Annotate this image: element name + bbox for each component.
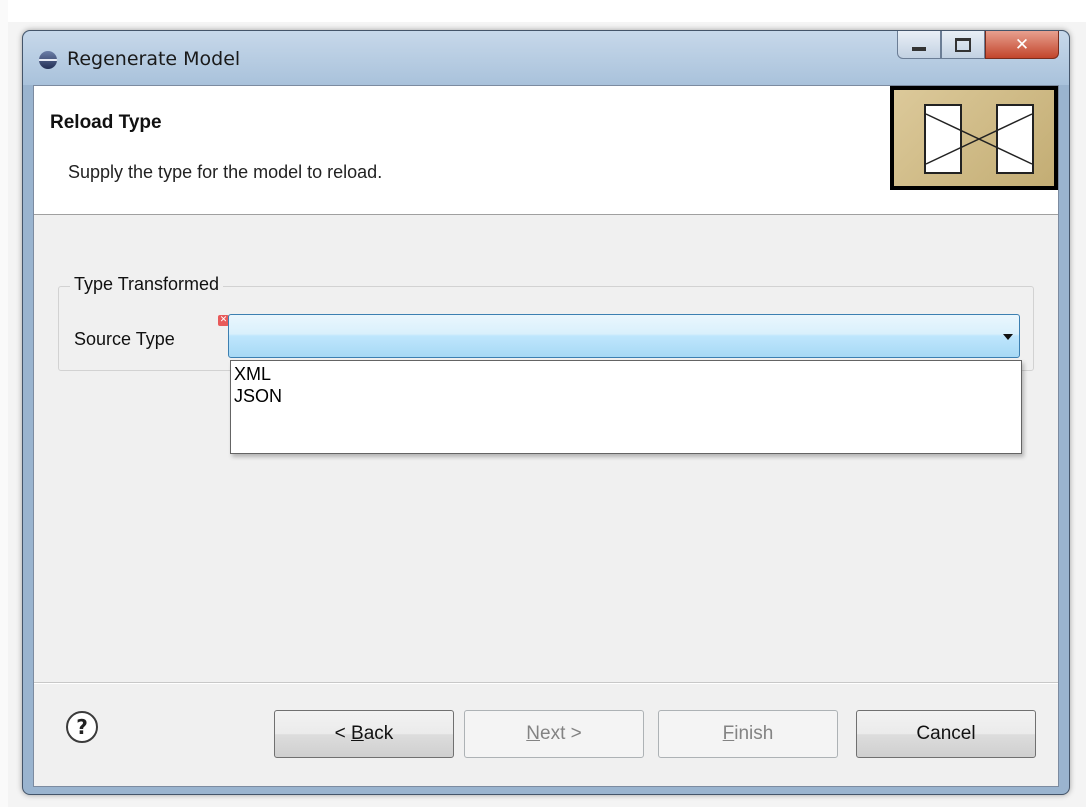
back-button[interactable]: < Back bbox=[274, 710, 454, 758]
source-type-label: Source Type bbox=[74, 329, 175, 349]
source-type-combo[interactable] bbox=[228, 314, 1020, 358]
minimize-button[interactable] bbox=[897, 31, 941, 59]
next-label-suffix: ext > bbox=[540, 723, 582, 744]
group-label: Type Transformed bbox=[70, 274, 224, 295]
back-mnemonic: B bbox=[351, 723, 364, 744]
finish-label-suffix: inish bbox=[734, 723, 774, 744]
wizard-banner-icon bbox=[890, 86, 1058, 190]
background-window bbox=[0, 0, 1086, 22]
dropdown-option-json[interactable]: JSON bbox=[231, 385, 1021, 407]
page-title: Reload Type bbox=[50, 112, 162, 133]
wizard-header: Reload Type Supply the type for the mode… bbox=[34, 86, 1058, 215]
window-title: Regenerate Model bbox=[67, 48, 241, 70]
dropdown-option-xml[interactable]: XML bbox=[231, 363, 1021, 385]
next-mnemonic: N bbox=[526, 723, 540, 744]
back-label-suffix: ack bbox=[363, 723, 394, 744]
dialog-client: Reload Type Supply the type for the mode… bbox=[33, 85, 1059, 787]
eclipse-icon bbox=[39, 51, 57, 69]
cancel-button[interactable]: Cancel bbox=[856, 710, 1036, 758]
back-label-prefix: < bbox=[334, 723, 352, 744]
chevron-down-icon[interactable] bbox=[1003, 334, 1013, 340]
footer-separator-highlight bbox=[34, 683, 1058, 684]
page-description: Supply the type for the model to reload. bbox=[68, 162, 383, 182]
close-icon: ✕ bbox=[1014, 34, 1030, 55]
help-icon[interactable]: ? bbox=[66, 711, 98, 743]
dialog-window: Regenerate Model ✕ Reload Type Supply th… bbox=[22, 30, 1070, 795]
source-type-dropdown: XML JSON bbox=[230, 360, 1022, 454]
maximize-button[interactable] bbox=[941, 31, 985, 59]
finish-button[interactable]: Finish bbox=[658, 710, 838, 758]
background-edge-left bbox=[0, 0, 8, 807]
title-bar[interactable]: Regenerate Model ✕ bbox=[23, 31, 1069, 85]
maximize-icon bbox=[955, 37, 971, 52]
window-controls: ✕ bbox=[897, 31, 1059, 59]
finish-mnemonic: F bbox=[722, 723, 735, 744]
close-button[interactable]: ✕ bbox=[985, 31, 1059, 59]
minimize-icon bbox=[912, 46, 926, 51]
next-button[interactable]: Next > bbox=[464, 710, 644, 758]
